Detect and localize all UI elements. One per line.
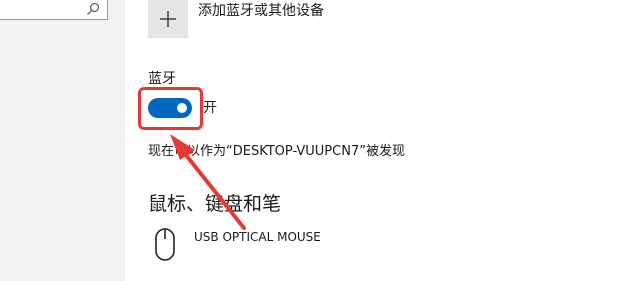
search-icon — [87, 2, 100, 15]
plus-icon — [160, 11, 176, 27]
bluetooth-toggle-state: 开 — [203, 100, 217, 116]
mouse-keyboard-pen-heading: 鼠标、键盘和笔 — [148, 193, 282, 215]
device-name: USB OPTICAL MOUSE — [194, 230, 321, 244]
add-device-tile[interactable] — [148, 0, 188, 38]
discoverable-text: 现在可以作为“DESKTOP-VUUPCN7”被发现 — [148, 144, 405, 159]
bluetooth-heading: 蓝牙 — [148, 71, 176, 87]
device-list-item[interactable]: USB OPTICAL MOUSE — [148, 226, 321, 264]
annotation-highlight-box — [138, 87, 203, 130]
search-input[interactable] — [0, 0, 108, 20]
add-device-label[interactable]: 添加蓝牙或其他设备 — [198, 2, 324, 20]
mouse-icon — [155, 228, 175, 261]
settings-sidebar — [0, 0, 125, 281]
add-device-button[interactable]: 添加蓝牙或其他设备 — [148, 0, 324, 38]
